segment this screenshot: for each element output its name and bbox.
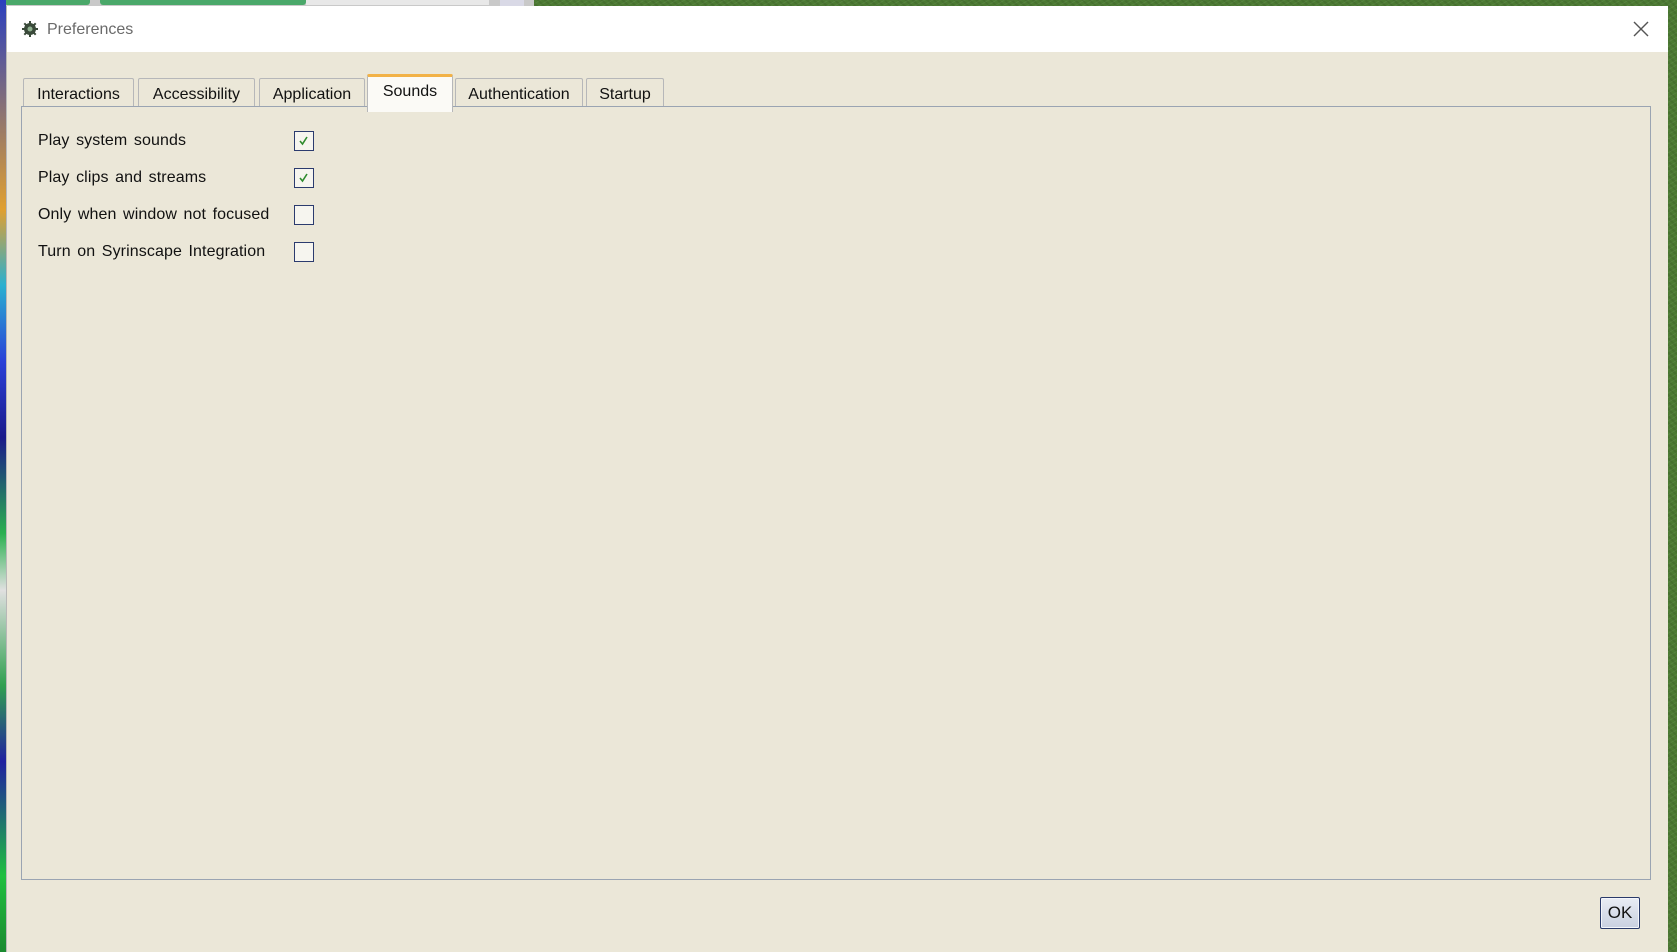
- option-play-system-sounds: Play system sounds: [38, 127, 314, 155]
- option-only-when-window-not-focused: Only when window not focused: [38, 201, 314, 229]
- checkmark-icon: [299, 173, 308, 183]
- sounds-panel: Play system sounds Play clips and stream…: [21, 106, 1651, 880]
- tab-label: Sounds: [382, 82, 438, 100]
- background-tab: [4, 0, 90, 5]
- title-bar[interactable]: Preferences: [7, 6, 1668, 52]
- tab-label: Application: [272, 85, 352, 103]
- app-gear-icon: [22, 21, 38, 37]
- tab-sounds[interactable]: Sounds: [367, 74, 453, 112]
- preferences-dialog: Preferences Interactions Accessibility A…: [6, 6, 1668, 952]
- option-label: Turn on Syrinscape Integration: [38, 243, 266, 260]
- play-clips-and-streams-checkbox[interactable]: [294, 168, 314, 188]
- tab-label: Interactions: [37, 85, 120, 103]
- option-label: Play system sounds: [38, 132, 187, 149]
- tab-label: Authentication: [468, 85, 570, 103]
- option-syrinscape-integration: Turn on Syrinscape Integration: [38, 238, 314, 266]
- play-system-sounds-checkbox[interactable]: [294, 131, 314, 151]
- only-when-window-not-focused-checkbox[interactable]: [294, 205, 314, 225]
- background-tab: [306, 0, 489, 5]
- tab-label: Accessibility: [152, 85, 241, 103]
- checkmark-icon: [299, 136, 308, 146]
- background-tab: [100, 0, 306, 5]
- window-title: Preferences: [47, 21, 134, 38]
- close-icon[interactable]: [1628, 16, 1654, 42]
- syrinscape-integration-checkbox[interactable]: [294, 242, 314, 262]
- option-label: Only when window not focused: [38, 206, 270, 223]
- option-label: Play clips and streams: [38, 169, 207, 186]
- ok-button[interactable]: OK: [1600, 897, 1640, 929]
- option-play-clips-and-streams: Play clips and streams: [38, 164, 314, 192]
- tab-label: Startup: [599, 85, 651, 103]
